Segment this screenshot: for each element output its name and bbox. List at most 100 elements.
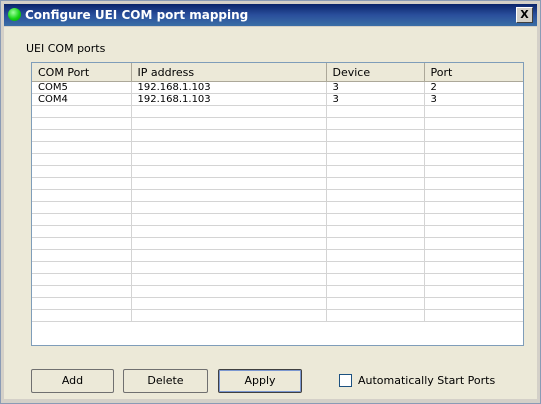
table-cell xyxy=(326,129,425,142)
table-cell xyxy=(131,153,327,166)
table-cell xyxy=(131,297,327,310)
column-header-com-port[interactable]: COM Port xyxy=(32,63,132,82)
table-cell xyxy=(131,165,327,178)
table-cell: 192.168.1.103 xyxy=(131,81,327,94)
table-cell xyxy=(326,165,425,178)
table-cell xyxy=(326,237,425,250)
table-cell xyxy=(32,273,132,286)
empty-table-row[interactable] xyxy=(32,141,523,154)
table-cell xyxy=(32,165,132,178)
auto-start-checkbox[interactable]: Automatically Start Ports xyxy=(339,373,495,387)
add-button[interactable]: Add xyxy=(31,369,114,393)
table-cell xyxy=(326,273,425,286)
table-cell: COM5 xyxy=(32,81,132,94)
table-cell xyxy=(424,129,523,142)
app-status-icon xyxy=(8,8,21,21)
table-cell xyxy=(131,225,327,238)
table-cell xyxy=(32,129,132,142)
empty-table-row[interactable] xyxy=(32,213,523,226)
com-ports-list[interactable]: COM Port IP address Device Port COM5 192.… xyxy=(31,62,524,346)
empty-table-row[interactable] xyxy=(32,177,523,190)
table-cell xyxy=(326,105,425,118)
table-cell xyxy=(326,297,425,310)
table-cell: 3 xyxy=(424,93,523,106)
checkbox-box[interactable] xyxy=(339,373,352,387)
empty-table-row[interactable] xyxy=(32,261,523,274)
table-cell xyxy=(424,117,523,130)
title-bar[interactable]: Configure UEI COM port mapping X xyxy=(4,4,537,26)
table-cell xyxy=(424,105,523,118)
table-cell: 2 xyxy=(424,81,523,94)
empty-table-row[interactable] xyxy=(32,297,523,310)
table-cell xyxy=(326,225,425,238)
empty-table-row[interactable] xyxy=(32,225,523,238)
table-cell xyxy=(424,141,523,154)
table-cell xyxy=(131,237,327,250)
table-cell xyxy=(326,141,425,154)
table-cell xyxy=(326,261,425,274)
table-cell xyxy=(131,249,327,262)
table-cell xyxy=(32,117,132,130)
table-cell xyxy=(32,237,132,250)
table-cell xyxy=(424,201,523,214)
table-cell xyxy=(32,249,132,262)
table-cell xyxy=(131,201,327,214)
table-cell xyxy=(424,225,523,238)
table-cell xyxy=(424,249,523,262)
empty-table-row[interactable] xyxy=(32,153,523,166)
empty-table-row[interactable] xyxy=(32,201,523,214)
empty-table-row[interactable] xyxy=(32,285,523,298)
table-cell xyxy=(32,189,132,202)
empty-table-row[interactable] xyxy=(32,129,523,142)
table-cell xyxy=(326,201,425,214)
apply-button[interactable]: Apply xyxy=(218,369,302,393)
table-cell xyxy=(424,285,523,298)
table-cell xyxy=(131,273,327,286)
table-cell xyxy=(326,213,425,226)
empty-table-row[interactable] xyxy=(32,189,523,202)
table-cell xyxy=(32,201,132,214)
close-button[interactable]: X xyxy=(516,7,533,23)
table-cell xyxy=(424,153,523,166)
table-cell xyxy=(32,105,132,118)
table-cell xyxy=(424,261,523,274)
table-cell xyxy=(326,249,425,262)
table-cell xyxy=(32,141,132,154)
table-cell xyxy=(424,297,523,310)
table-cell xyxy=(131,141,327,154)
table-cell xyxy=(131,117,327,130)
table-cell xyxy=(131,261,327,274)
table-cell: 3 xyxy=(326,81,425,94)
table-row[interactable]: COM4 192.168.1.103 3 3 xyxy=(32,93,523,106)
group-label: UEI COM ports xyxy=(26,42,106,55)
table-cell xyxy=(424,309,523,322)
table-cell: 192.168.1.103 xyxy=(131,93,327,106)
table-cell xyxy=(32,285,132,298)
empty-table-row[interactable] xyxy=(32,105,523,118)
window-title: Configure UEI COM port mapping xyxy=(25,8,249,22)
table-cell xyxy=(326,117,425,130)
empty-table-row[interactable] xyxy=(32,117,523,130)
column-header-port[interactable]: Port xyxy=(424,63,523,82)
table-cell xyxy=(424,213,523,226)
empty-table-row[interactable] xyxy=(32,165,523,178)
table-body: COM5 192.168.1.103 3 2 COM4 192.168.1.103 3 3 xyxy=(32,81,523,322)
table-cell xyxy=(32,261,132,274)
table-cell xyxy=(131,129,327,142)
com-ports-table: COM Port IP address Device Port COM5 192.… xyxy=(32,63,523,322)
table-cell xyxy=(131,213,327,226)
table-cell: 3 xyxy=(326,93,425,106)
table-cell xyxy=(32,309,132,322)
empty-table-row[interactable] xyxy=(32,273,523,286)
empty-table-row[interactable] xyxy=(32,237,523,250)
table-cell xyxy=(131,285,327,298)
empty-table-row[interactable] xyxy=(32,309,523,322)
empty-table-row[interactable] xyxy=(32,249,523,262)
table-cell xyxy=(326,309,425,322)
table-cell xyxy=(424,189,523,202)
table-header-row: COM Port IP address Device Port xyxy=(32,63,523,82)
column-header-ip-address[interactable]: IP address xyxy=(131,63,327,82)
column-header-device[interactable]: Device xyxy=(326,63,425,82)
table-row[interactable]: COM5 192.168.1.103 3 2 xyxy=(32,81,523,94)
delete-button[interactable]: Delete xyxy=(123,369,208,393)
